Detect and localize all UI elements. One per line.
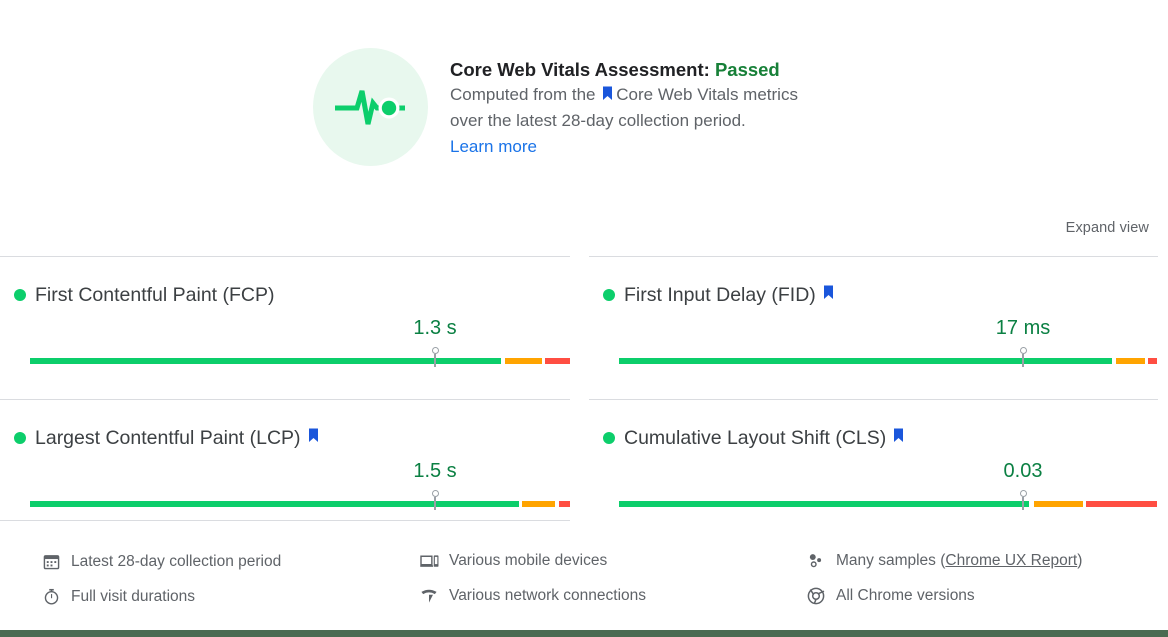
- footer-item-devices: Various mobile devices: [419, 543, 799, 578]
- footer-label-prefix: Many samples (: [836, 551, 946, 569]
- metrics-grid: First Contentful Paint (FCP) 1.3 s First…: [0, 256, 1168, 542]
- bottom-accent-band: [0, 630, 1168, 637]
- metric-name: Cumulative Layout Shift (CLS): [624, 427, 887, 449]
- metric-distribution-bar: [619, 358, 1157, 364]
- bookmark-icon: [893, 428, 904, 448]
- metric-value-wrap: 17 ms: [589, 315, 1158, 345]
- bar-segment-poor: [558, 501, 570, 507]
- bar-segment-good: [619, 501, 1030, 507]
- samples-icon: [806, 551, 826, 571]
- bar-segment-good: [30, 358, 501, 364]
- metric-bar-wrap: [0, 490, 570, 516]
- footer-label: Various mobile devices: [449, 551, 608, 569]
- metric-value: 1.3 s: [413, 317, 457, 339]
- bookmark-icon: [308, 428, 319, 448]
- chrome-icon: [806, 586, 826, 606]
- footer-item-network: Various network connections: [419, 578, 799, 613]
- learn-more-link[interactable]: Learn more: [450, 134, 537, 159]
- bar-segment-good: [619, 358, 1112, 364]
- metric-card-fid[interactable]: First Input Delay (FID) 17 ms: [589, 256, 1158, 399]
- metric-value-wrap: 0.03: [589, 458, 1158, 488]
- metric-card-fcp[interactable]: First Contentful Paint (FCP) 1.3 s: [0, 256, 570, 399]
- assessment-desc-line2: over the latest 28-day collection period…: [450, 111, 746, 130]
- footer-label: Various network connections: [449, 586, 647, 604]
- assessment-description: Computed from the Core Web Vitals metric…: [450, 82, 798, 133]
- status-dot-good: [14, 432, 26, 444]
- core-web-vitals-assessment: Core Web Vitals Assessment: Passed Compu…: [313, 48, 798, 166]
- bar-segment-poor: [1147, 358, 1157, 364]
- metric-name: First Contentful Paint (FCP): [35, 284, 275, 306]
- metric-distribution-bar: [30, 358, 570, 364]
- assessment-desc-part1: Computed from the: [450, 85, 601, 104]
- calendar-icon: [41, 552, 61, 572]
- metric-value-marker: [430, 490, 440, 510]
- metric-value: 1.5 s: [413, 460, 457, 482]
- metric-value-wrap: 1.5 s: [0, 458, 570, 488]
- metric-distribution-bar: [30, 501, 570, 507]
- bar-segment-good: [30, 501, 519, 507]
- metrics-row-1: First Contentful Paint (FCP) 1.3 s First…: [0, 256, 1168, 399]
- metric-value: 17 ms: [995, 317, 1051, 339]
- bookmark-icon: [602, 83, 613, 108]
- metric-bar-wrap: [0, 347, 570, 373]
- bookmark-icon: [823, 285, 834, 305]
- metric-value-wrap: 1.3 s: [0, 315, 570, 345]
- metric-bar-wrap: [589, 490, 1158, 516]
- assessment-desc-part2: Core Web Vitals metrics: [616, 85, 798, 104]
- metric-header: First Input Delay (FID): [589, 257, 1158, 307]
- status-dot-good: [603, 432, 615, 444]
- assessment-text-block: Core Web Vitals Assessment: Passed Compu…: [450, 48, 798, 159]
- status-dot-good: [14, 289, 26, 301]
- footer-label: All Chrome versions: [836, 586, 975, 604]
- bar-segment-average: [1115, 358, 1145, 364]
- footer-column-devices: Various mobile devices Various network c…: [419, 520, 799, 613]
- bar-segment-average: [522, 501, 556, 507]
- footer-label-suffix: ): [1077, 551, 1083, 569]
- metric-header: Cumulative Layout Shift (CLS): [589, 400, 1158, 450]
- metric-value-marker: [1018, 490, 1028, 510]
- metric-distribution-bar: [619, 501, 1157, 507]
- metric-name: First Input Delay (FID): [624, 284, 816, 306]
- bar-segment-poor: [1085, 501, 1157, 507]
- metric-value-marker: [430, 347, 440, 367]
- mobile-devices-icon: [419, 551, 439, 571]
- stopwatch-icon: [41, 587, 61, 607]
- footer-item-samples: Many samples (Chrome UX Report): [806, 543, 1168, 578]
- assessment-title-prefix: Core Web Vitals Assessment:: [450, 59, 715, 80]
- bar-segment-poor: [545, 358, 570, 364]
- assessment-title: Core Web Vitals Assessment: Passed: [450, 58, 798, 82]
- footer-label: Latest 28-day collection period: [71, 552, 282, 570]
- metric-name: Largest Contentful Paint (LCP): [35, 427, 301, 449]
- network-signal-icon: [419, 586, 439, 606]
- metric-header: First Contentful Paint (FCP): [0, 257, 570, 307]
- bar-segment-average: [1033, 501, 1084, 507]
- metric-header: Largest Contentful Paint (LCP): [0, 400, 570, 450]
- chrome-ux-report-link[interactable]: Chrome UX Report: [945, 551, 1077, 571]
- heartbeat-pulse-icon: [313, 48, 428, 166]
- expand-view-button[interactable]: Expand view: [1066, 219, 1149, 237]
- bar-segment-average: [504, 358, 542, 364]
- assessment-status: Passed: [714, 59, 780, 80]
- metric-value: 0.03: [1003, 460, 1043, 482]
- metric-bar-wrap: [589, 347, 1158, 373]
- footer-item-chrome-versions: All Chrome versions: [806, 578, 1168, 613]
- status-dot-good: [603, 289, 615, 301]
- metric-value-marker: [1018, 347, 1028, 367]
- footer-column-samples: Many samples (Chrome UX Report) All Chro…: [806, 520, 1168, 613]
- footer-label: Full visit durations: [71, 587, 196, 605]
